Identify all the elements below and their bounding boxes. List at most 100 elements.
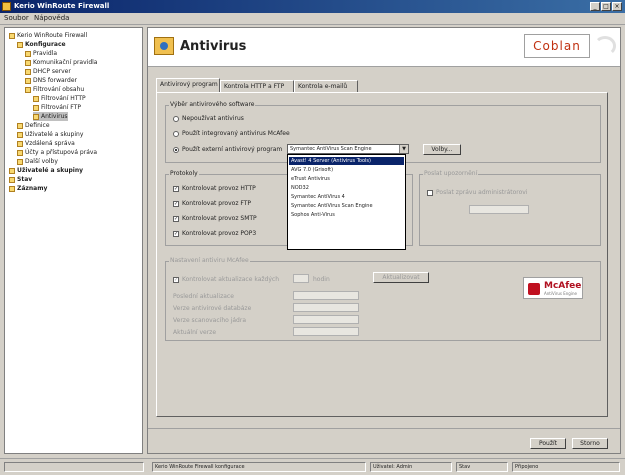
close-button[interactable]: ×	[612, 2, 622, 11]
status-left	[4, 462, 144, 472]
checkbox-icon[interactable]: ✓	[173, 200, 179, 207]
update-now-button[interactable]: Aktualizovat	[373, 272, 429, 283]
check-smtp[interactable]: ✓ Kontrolovat provoz SMTP	[173, 215, 257, 222]
folder-icon	[9, 176, 15, 183]
update-interval-field[interactable]	[293, 274, 309, 283]
brand-logo: Coblan	[524, 34, 590, 58]
tree-item-label: Záznamy	[17, 185, 48, 192]
tab-antivirus-program[interactable]: Antivirový program	[156, 78, 220, 92]
last-update-value	[293, 291, 359, 300]
tree-item[interactable]: Vzdálená správa	[17, 139, 75, 148]
tab-email[interactable]: Kontrola e-mailů	[294, 80, 358, 92]
folder-icon	[33, 95, 39, 102]
checkbox-icon[interactable]	[427, 189, 433, 196]
check-updates[interactable]: ✓ Kontrolovat aktualizace každých	[173, 276, 279, 283]
antivirus-program-select[interactable]: Symantec AntiVirus Scan Engine ▼	[287, 144, 409, 154]
radio-external-antivirus[interactable]: Použít externí antivirový program	[173, 146, 282, 153]
radio-no-antivirus[interactable]: Nepoužívat antivirus	[173, 115, 244, 122]
dropdown-option[interactable]: NOD32	[289, 184, 404, 192]
chevron-down-icon[interactable]: ▼	[399, 145, 408, 153]
apply-button[interactable]: Použít	[530, 438, 566, 449]
tree-item-label: Definice	[25, 122, 50, 129]
logo-swoosh-icon	[594, 36, 616, 56]
menu-file[interactable]: Soubor	[4, 14, 29, 22]
divider	[148, 428, 620, 429]
radio-icon[interactable]	[173, 130, 179, 137]
radio-integrated-antivirus[interactable]: Použít integrovaný antivirus McAfee	[173, 130, 290, 137]
maximize-button[interactable]: □	[601, 2, 611, 11]
tree-item[interactable]: Komunikační pravidla	[25, 58, 97, 67]
check-http[interactable]: ✓ Kontrolovat provoz HTTP	[173, 185, 256, 192]
title-bar: Kerio WinRoute Firewall _ □ ×	[0, 0, 625, 13]
notify-admin-check[interactable]: Poslat zprávu administrátorovi	[427, 189, 528, 196]
tree-item[interactable]: Filtrování HTTP	[33, 94, 86, 103]
tree-item-label: Pravidla	[33, 50, 58, 57]
tree-item[interactable]: Uživatelé a skupiny	[17, 130, 83, 139]
check-ftp[interactable]: ✓ Kontrolovat provoz FTP	[173, 200, 251, 207]
tree-item[interactable]: Stav	[9, 175, 32, 184]
checkbox-icon[interactable]: ✓	[173, 230, 179, 237]
dropdown-option[interactable]: Avast! 4 Server (Antivirus Tools)	[289, 157, 404, 165]
folder-icon	[17, 149, 23, 156]
tree-item[interactable]: Antivirus	[33, 112, 68, 121]
notify-field[interactable]	[469, 205, 529, 214]
tree-item[interactable]: Pravidla	[25, 49, 57, 58]
tree-item-label: Uživatelé a skupiny	[17, 167, 84, 174]
folder-icon	[9, 167, 15, 174]
dropdown-option[interactable]: eTrust Antivirus	[289, 175, 404, 183]
tree-item-label: Stav	[17, 176, 33, 183]
tree-item[interactable]: Kerio WinRoute Firewall	[9, 31, 87, 40]
hours-label: hodin	[313, 276, 330, 283]
tree-item[interactable]: Uživatelé a skupiny	[9, 166, 83, 175]
db-version-label: Verze antivirové databáze	[173, 305, 252, 312]
page-title: Antivirus	[180, 39, 247, 54]
radio-icon[interactable]	[173, 146, 179, 153]
menu-help[interactable]: Nápověda	[34, 14, 69, 22]
status-user: Uživatel: Admin	[370, 462, 452, 472]
options-button[interactable]: Volby...	[423, 144, 461, 155]
folder-icon	[17, 131, 23, 138]
checkbox-icon[interactable]: ✓	[173, 276, 179, 283]
window-title: Kerio WinRoute Firewall	[14, 2, 110, 10]
current-version-label: Aktuální verze	[173, 329, 217, 336]
tree-item-label: Kerio WinRoute Firewall	[17, 32, 88, 39]
mcafee-settings-label: Nastavení antiviru McAfee	[169, 257, 250, 264]
minimize-button[interactable]: _	[590, 2, 600, 11]
tree-item[interactable]: Konfigurace	[17, 40, 66, 49]
antivirus-group-label: Výběr antivirového software	[169, 101, 256, 108]
tree-item[interactable]: Další volby	[17, 157, 58, 166]
last-update-label: Poslední aktualizace	[173, 293, 234, 300]
checkbox-icon[interactable]: ✓	[173, 215, 179, 222]
tree-item-label: Konfigurace	[25, 41, 66, 48]
tree-item-label: Účty a přístupová práva	[25, 149, 98, 156]
tree-item-label: Uživatelé a skupiny	[25, 131, 84, 138]
dropdown-option[interactable]: Symantec AntiVirus 4	[289, 193, 404, 201]
tree-item[interactable]: DHCP server	[25, 67, 71, 76]
tree-item[interactable]: DNS forwarder	[25, 76, 77, 85]
dropdown-option[interactable]: Sophos Anti-Virus	[289, 211, 404, 219]
radio-icon[interactable]	[173, 115, 179, 122]
engine-version-label: Verze scanovacího jádra	[173, 317, 246, 324]
tree-item[interactable]: Záznamy	[9, 184, 47, 193]
tree-item[interactable]: Filtrování FTP	[33, 103, 81, 112]
cancel-button[interactable]: Storno	[572, 438, 608, 449]
page-header: Antivirus Coblan	[148, 28, 620, 67]
checkbox-icon[interactable]: ✓	[173, 185, 179, 192]
menu-bar: Soubor Nápověda	[0, 13, 625, 25]
tree-item[interactable]: Definice	[17, 121, 50, 130]
main-panel: Antivirus Coblan Antivirový program Kont…	[147, 27, 621, 454]
tree-item-label: Komunikační pravidla	[33, 59, 98, 66]
status-main: Kerio WinRoute Firewall konfigurace	[152, 462, 366, 472]
tree-item-label: Filtrování FTP	[41, 104, 81, 111]
tree-item-label: Filtrování obsahu	[33, 86, 85, 93]
tree-item[interactable]: Účty a přístupová práva	[17, 148, 97, 157]
dropdown-option[interactable]: AVG 7.0 (Grisoft)	[289, 166, 404, 174]
folder-icon	[25, 50, 31, 57]
status-bar: Kerio WinRoute Firewall konfigurace Uživ…	[0, 458, 625, 475]
folder-icon	[9, 32, 15, 39]
tree-item[interactable]: Filtrování obsahu	[25, 85, 84, 94]
tab-http-ftp[interactable]: Kontrola HTTP a FTP	[220, 80, 294, 92]
dropdown-option[interactable]: Symantec AntiVirus Scan Engine	[289, 202, 404, 210]
app-icon	[2, 2, 11, 11]
check-pop3[interactable]: ✓ Kontrolovat provoz POP3	[173, 230, 256, 237]
